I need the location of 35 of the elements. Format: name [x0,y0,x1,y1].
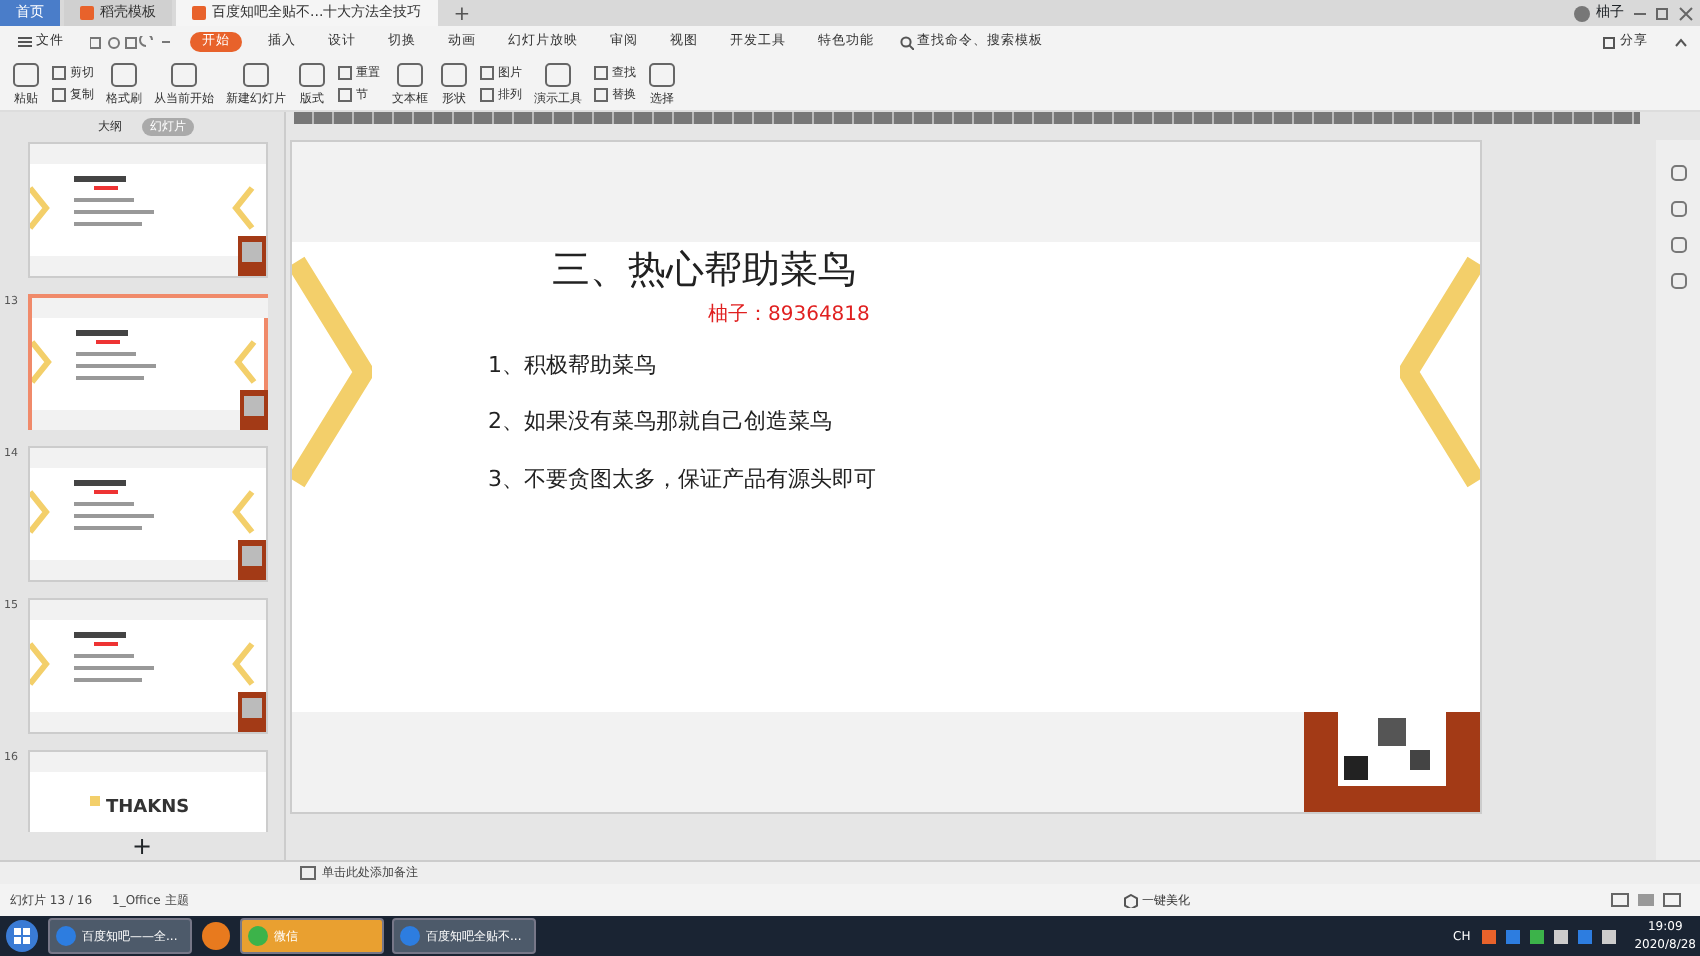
avatar-icon [1573,5,1589,21]
app-icon [400,926,420,946]
add-tab-button[interactable]: + [441,0,483,26]
tool-icon [396,61,424,87]
add-slide-button[interactable]: + [131,828,153,864]
close-icon[interactable] [1677,5,1693,21]
slide-thumbnail[interactable]: THAKNS [28,750,268,832]
tool-icon [298,61,326,87]
slide-bullet-text: 3、不要贪图太多，保证产品有源头即可 [488,463,878,495]
slide-bullet-text: 2、如果没有菜鸟那就自己创造菜鸟 [488,406,834,438]
note-icon [300,866,316,880]
share-icon [1602,35,1617,49]
app-icon [248,926,268,946]
collapse-icon[interactable] [1674,35,1688,49]
search-icon [899,35,914,49]
app-icon [56,926,76,946]
tool-icon [544,61,572,87]
slide-bullet-text: 1、积极帮助菜鸟 [488,349,658,381]
slide-title: 三、热心帮助菜鸟 [552,246,858,296]
tool-icon [12,61,40,87]
hexagon-icon [1124,893,1138,907]
tool-icon [110,61,138,87]
contact-text: 柚子：89364818 [708,301,872,329]
start-button-icon[interactable] [4,918,40,954]
quick-access-icons-drawing[interactable] [89,35,170,49]
app-icon[interactable] [200,920,232,952]
document-icon [192,6,206,20]
restore-icon[interactable] [1654,5,1670,21]
tool-icon [648,61,676,87]
tool-icon [440,61,468,87]
tool-icon [242,61,270,87]
menu-icon [18,36,32,48]
tool-icon [170,61,198,87]
document-icon [80,6,94,20]
thumbnail-title: THAKNS [106,796,190,822]
